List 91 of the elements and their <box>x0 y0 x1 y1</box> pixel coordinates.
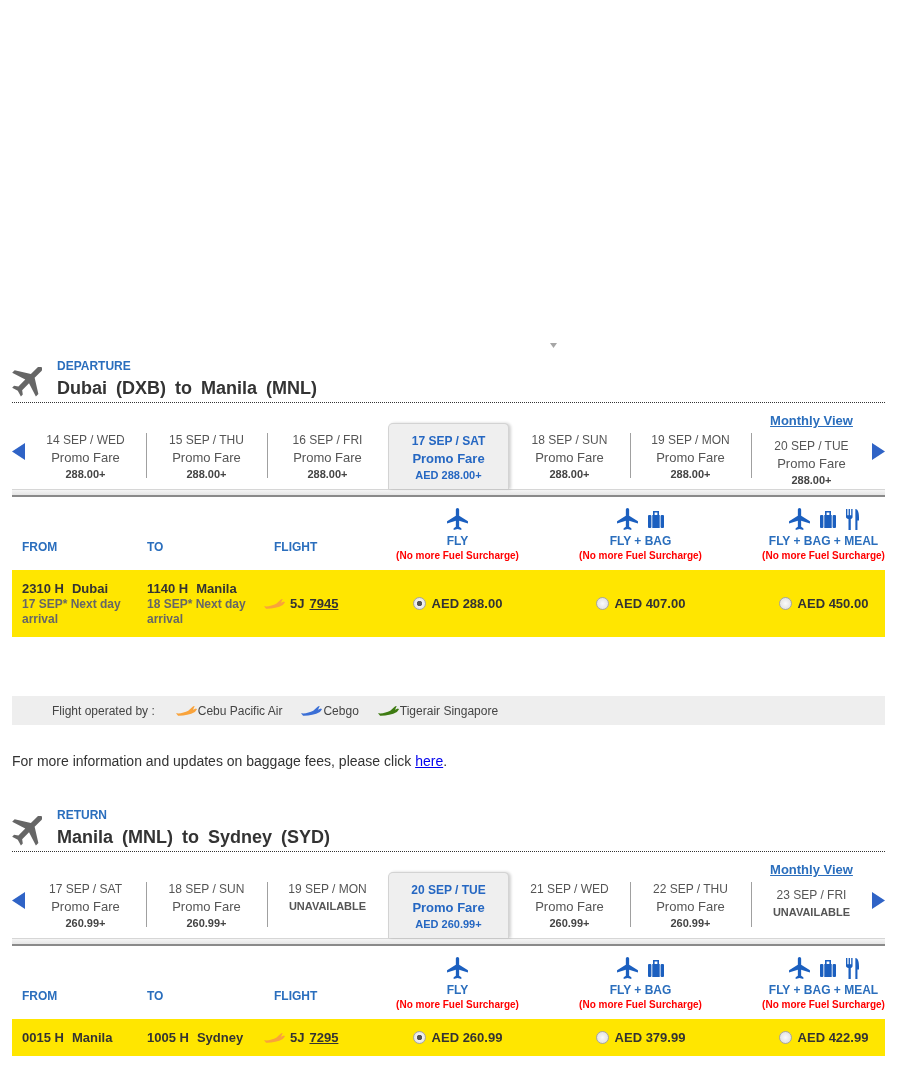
route-title: Manila (MNL) to Sydney (SYD) <box>57 826 330 849</box>
fare-price: AED 379.99 <box>614 1029 686 1046</box>
next-arrow-icon[interactable] <box>872 442 885 460</box>
monthly-view-link[interactable]: Monthly View <box>770 413 853 429</box>
flight-number-link[interactable]: 7295 <box>309 1029 339 1046</box>
city-text: Manila <box>71 1029 113 1046</box>
airplane-icon <box>788 508 810 530</box>
previous-arrow-icon[interactable] <box>12 442 25 460</box>
date-tab[interactable]: 16 SEP / FRI Promo Fare 288.00+ <box>292 432 363 482</box>
baggage-fees-link[interactable]: here <box>415 753 444 769</box>
carrier-name: Cebu Pacific Air <box>197 702 283 719</box>
arrival-note: 18 SEP* Next day arrival <box>147 597 247 627</box>
column-header: FLIGHT <box>274 539 318 556</box>
column-header: TO <box>147 988 164 1005</box>
luggage-icon <box>648 959 664 977</box>
date-tab[interactable]: 18 SEP / SUN Promo Fare 288.00+ <box>531 432 608 482</box>
city-text: Manila <box>196 580 237 597</box>
date-tab[interactable]: 20 SEP / TUE Promo Fare AED 260.99+ <box>388 872 509 938</box>
fare-radio[interactable] <box>412 1031 426 1044</box>
fare-radio[interactable] <box>778 1031 792 1044</box>
fare-radio[interactable] <box>778 597 792 610</box>
date-tab[interactable]: 22 SEP / THU Promo Fare 260.99+ <box>653 881 728 931</box>
surcharge-note: (No more Fuel Surcharge) <box>579 998 702 1012</box>
time-text: 1140 H <box>147 580 189 597</box>
airline-code: 5J <box>290 1029 305 1046</box>
next-arrow-icon[interactable] <box>872 891 885 909</box>
date-tab[interactable]: 19 SEP / MON UNAVAILABLE <box>288 881 367 915</box>
fare-radio[interactable] <box>412 597 426 610</box>
airplane-icon <box>617 508 638 530</box>
airplane-icon <box>788 957 810 979</box>
date-tab[interactable]: 23 SEP / FRI UNAVAILABLE <box>772 887 851 921</box>
date-tab[interactable]: 15 SEP / THU Promo Fare 288.00+ <box>169 432 244 482</box>
fork-knife-icon <box>845 508 859 530</box>
flight-number-link[interactable]: 7945 <box>309 595 339 612</box>
time-text: 2310 H <box>22 580 64 597</box>
airplane-icon <box>447 957 468 979</box>
airplane-icon <box>12 816 42 846</box>
surcharge-note: (No more Fuel Surcharge) <box>396 998 519 1012</box>
fare-type-label: FLY + BAG <box>609 533 672 549</box>
fare-radio[interactable] <box>595 597 609 610</box>
luggage-icon <box>819 959 836 977</box>
city-text: Dubai <box>71 580 109 597</box>
baggage-info-text: For more information and updates on baggage fees, please click here. <box>12 752 448 771</box>
surcharge-note: (No more Fuel Surcharge) <box>762 549 885 563</box>
route-title: Dubai (DXB) to Manila (MNL) <box>57 377 317 400</box>
monthly-view-link[interactable]: Monthly View <box>770 862 853 878</box>
flight-row[interactable]: 2310 H Dubai 17 SEP* Next day arrival 1140 H Manila 18 SEP* Next day arrival 5J 7945 AED 288.00 AED 407.00 AED 450.00 <box>12 570 885 637</box>
operator-label: Flight operated by : <box>52 702 155 719</box>
arrival-note: 17 SEP* Next day arrival <box>22 597 122 627</box>
section-label: RETURN <box>57 807 107 823</box>
date-tab[interactable]: 18 SEP / SUN Promo Fare 260.99+ <box>168 881 245 931</box>
flight-row[interactable]: 0015 H Manila 1005 H Sydney 5J 7295 AED 260.99 AED 379.99 AED 422.99 <box>12 1019 885 1056</box>
date-tab[interactable]: 14 SEP / WED Promo Fare 288.00+ <box>46 432 125 482</box>
airline-code: 5J <box>290 595 305 612</box>
luggage-icon <box>648 510 664 528</box>
date-tab[interactable]: 21 SEP / WED Promo Fare 260.99+ <box>530 881 609 931</box>
fare-price: AED 260.99 <box>431 1029 503 1046</box>
airplane-icon <box>12 367 42 397</box>
column-header: TO <box>147 539 164 556</box>
surcharge-note: (No more Fuel Surcharge) <box>579 549 702 563</box>
fare-price: AED 407.00 <box>614 595 686 612</box>
column-header: FLIGHT <box>274 988 318 1005</box>
fare-type-label: FLY <box>446 533 469 549</box>
section-label: DEPARTURE <box>57 358 131 374</box>
fork-knife-icon <box>845 957 859 979</box>
fare-type-label: FLY + BAG <box>609 982 672 998</box>
fare-type-label: FLY + BAG + MEAL <box>768 982 879 998</box>
caret-icon <box>550 343 557 348</box>
time-text: 0015 H <box>22 1029 64 1046</box>
carrier-name: Tigerair Singapore <box>399 702 499 719</box>
airplane-icon <box>447 508 468 530</box>
fare-type-label: FLY <box>446 982 469 998</box>
date-tab[interactable]: 19 SEP / MON Promo Fare 288.00+ <box>651 432 730 482</box>
airplane-icon <box>617 957 638 979</box>
surcharge-note: (No more Fuel Surcharge) <box>762 998 885 1012</box>
fare-radio[interactable] <box>595 1031 609 1044</box>
fare-type-label: FLY + BAG + MEAL <box>768 533 879 549</box>
date-tab[interactable]: 17 SEP / SAT Promo Fare 260.99+ <box>49 881 122 931</box>
column-header: FROM <box>22 988 58 1005</box>
surcharge-note: (No more Fuel Surcharge) <box>396 549 519 563</box>
luggage-icon <box>819 510 836 528</box>
carrier-name: Cebgo <box>323 702 359 719</box>
date-tab[interactable]: 17 SEP / SAT Promo Fare AED 288.00+ <box>388 423 509 489</box>
time-text: 1005 H <box>147 1029 189 1046</box>
previous-arrow-icon[interactable] <box>12 891 25 909</box>
city-text: Sydney <box>196 1029 244 1046</box>
fare-price: AED 288.00 <box>431 595 503 612</box>
fare-price: AED 422.99 <box>797 1029 869 1046</box>
date-tab[interactable]: 20 SEP / TUE Promo Fare 288.00+ <box>774 438 849 488</box>
fare-price: AED 450.00 <box>797 595 869 612</box>
column-header: FROM <box>22 539 58 556</box>
